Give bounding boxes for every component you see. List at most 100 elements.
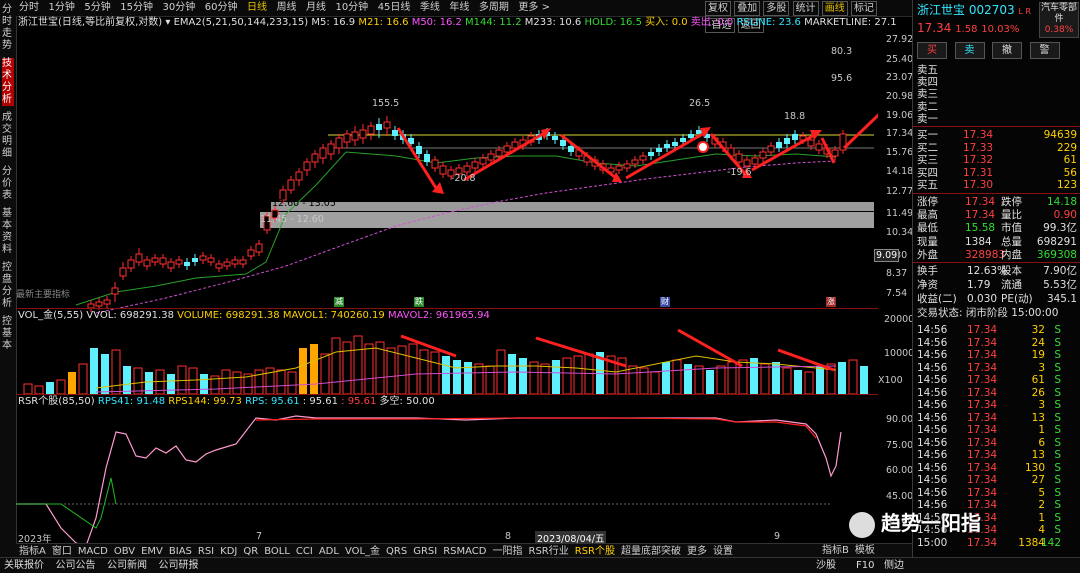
bid-row[interactable]: 买五 17.30 123 [917, 179, 1077, 191]
tick-volume: 27 [1031, 474, 1045, 486]
tick-price: 17.34 [967, 536, 998, 549]
bid-price: 17.32 [963, 154, 994, 167]
event-tag-finance[interactable]: 财 [660, 297, 670, 307]
period-30min[interactable]: 30分钟 [159, 0, 198, 16]
tick-side: S [1054, 449, 1061, 461]
tick-side: S [1054, 336, 1061, 349]
candle [215, 263, 223, 269]
volume-bar [573, 355, 583, 394]
status-quote[interactable]: 关联报价 [0, 558, 48, 573]
ask-row[interactable]: 卖三 [917, 88, 1077, 100]
fuquan-button[interactable]: 复权 [705, 1, 731, 16]
sidebar-item-control[interactable]: 控盘分析 [2, 262, 14, 310]
tick-time: 15:00 [917, 536, 948, 549]
tick-price: 17.34 [967, 474, 998, 486]
sidebar-item-basic[interactable]: 基本资料 [2, 208, 14, 256]
sidebar-item-control-basic[interactable]: 控基本 [2, 316, 14, 352]
period-fenshi[interactable]: 分时 [16, 0, 42, 16]
volume-chart-canvas[interactable] [16, 322, 878, 394]
sell-button[interactable]: 卖 [954, 42, 985, 59]
bid-volume: 123 [1056, 179, 1077, 192]
price-marker: 9.09 [874, 249, 900, 262]
ask-row[interactable]: 卖四 [917, 76, 1077, 88]
period-1min[interactable]: 1分钟 [46, 0, 78, 16]
tick-side: S [1054, 374, 1061, 386]
tick-row: 14:56 17.34 6 S [917, 437, 1077, 449]
tick-time: 14:56 [917, 449, 948, 461]
cancel-button[interactable]: 撤 [992, 42, 1022, 59]
rsr-chart-canvas[interactable] [16, 408, 878, 543]
bid-row[interactable]: 买四 17.31 56 [917, 167, 1077, 179]
event-tag-rise[interactable]: 涨 [826, 297, 836, 307]
rps-value-3: : 95.61 [341, 396, 377, 407]
rsr-title: RSR个股(85,50) [18, 396, 95, 407]
sidebar-item-tech[interactable]: 技术分析 [2, 58, 14, 106]
hold-value: HOLD: 16.5 [584, 17, 642, 28]
status-announce[interactable]: 公司公告 [52, 558, 100, 573]
status-research[interactable]: 公司研报 [155, 558, 203, 573]
volume-bar [287, 371, 297, 394]
ask-label: 卖三 [917, 88, 938, 101]
period-week[interactable]: 周线 [273, 0, 299, 16]
alert-button[interactable]: 警 [1029, 42, 1060, 59]
m233-value: M233: 10.6 [524, 17, 582, 28]
period-45day[interactable]: 45日线 [375, 0, 414, 16]
candle [552, 136, 558, 140]
bid-row[interactable]: 买一 17.34 94639 [917, 129, 1077, 141]
bid-row[interactable]: 买三 17.32 61 [917, 154, 1077, 166]
template-tab[interactable]: 模板 [852, 544, 878, 558]
stat-value: 14.18 [1046, 196, 1077, 208]
candle [175, 259, 183, 265]
mark-button[interactable]: 标记 [850, 1, 877, 16]
rsr-tick-3: 60.00 [886, 465, 914, 476]
sidebar-item-fenshi[interactable]: 分时走势 [2, 4, 14, 52]
volume-bar [34, 385, 44, 394]
ask-row[interactable]: 卖二 [917, 101, 1077, 113]
candle [303, 161, 311, 171]
event-tag-reduce[interactable]: 减 [334, 297, 344, 307]
current-price: 17.34 [917, 21, 952, 35]
sidebar-item-detail[interactable]: 成交明细 [2, 112, 14, 160]
bid-row[interactable]: 买二 17.33 229 [917, 142, 1077, 154]
multi-stock-button[interactable]: 多股 [763, 1, 790, 16]
sidebar-item-price-table[interactable]: 分价表 [2, 166, 14, 202]
tick-row: 14:56 17.34 24 S [917, 337, 1077, 349]
candle [392, 130, 398, 136]
ma-settings-icon[interactable]: ▾ [165, 17, 170, 28]
tick-price: 17.34 [967, 324, 998, 336]
period-60min[interactable]: 60分钟 [202, 0, 241, 16]
candle [495, 149, 503, 157]
stat-value: 17.34 [965, 196, 996, 208]
overlay-button[interactable]: 叠加 [734, 1, 761, 16]
trade-state: 交易状态: 闭市阶段 15:00:00 [917, 307, 1059, 319]
period-15min[interactable]: 15分钟 [117, 0, 156, 16]
stat-key: 总量 [1001, 235, 1022, 248]
candle [207, 257, 215, 263]
period-season[interactable]: 季线 [417, 0, 443, 16]
period-month[interactable]: 月线 [303, 0, 329, 16]
indicator-b-tab[interactable]: 指标B [819, 544, 852, 558]
ask-row[interactable]: 卖五 [917, 64, 1077, 76]
status-side[interactable]: 侧边 [880, 558, 908, 573]
period-year[interactable]: 年线 [446, 0, 472, 16]
event-tag-drop[interactable]: 跌 [414, 297, 424, 307]
rps-value-2: : 95.61 [302, 396, 338, 407]
period-multi[interactable]: 多周期 [476, 0, 512, 16]
status-sha[interactable]: 沙股 [812, 558, 840, 573]
draw-line-button[interactable]: 画线 [821, 1, 848, 16]
ask-row[interactable]: 卖一 [917, 113, 1077, 125]
stats-button[interactable]: 统计 [792, 1, 819, 16]
buy-button[interactable]: 买 [917, 42, 947, 59]
candle [648, 152, 654, 156]
tick-time: 14:56 [917, 474, 948, 486]
period-10min[interactable]: 10分钟 [332, 0, 371, 16]
stat-value: 99.3亿 [1043, 222, 1077, 235]
status-f10[interactable]: F10 [852, 558, 878, 573]
period-5min[interactable]: 5分钟 [81, 0, 113, 16]
vol-tick-2: 10000 [884, 348, 915, 359]
period-more[interactable]: 更多 > [515, 0, 553, 16]
tick-time: 14:56 [917, 424, 948, 436]
status-news[interactable]: 公司新闻 [103, 558, 151, 573]
period-day[interactable]: 日线 [244, 0, 270, 16]
volume-bar [78, 363, 88, 394]
